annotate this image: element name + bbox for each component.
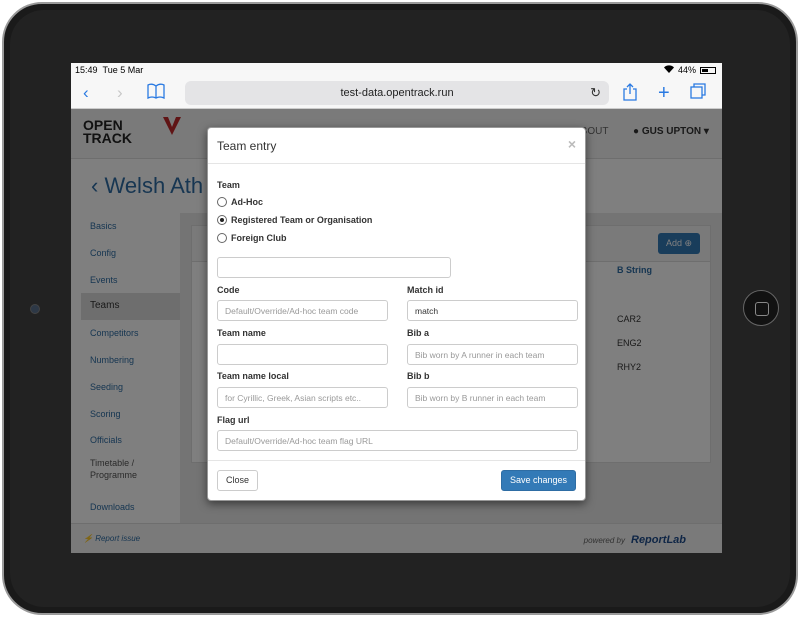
- status-time: 15:49 Tue 5 Mar: [75, 65, 144, 75]
- match-id-field[interactable]: [407, 300, 578, 321]
- team-name-label: Team name: [217, 328, 266, 338]
- status-bar: 15:49 Tue 5 Mar 44%: [71, 63, 722, 77]
- flag-url-field[interactable]: [217, 430, 578, 451]
- team-label: Team: [217, 180, 240, 190]
- close-button[interactable]: Close: [217, 470, 259, 491]
- radio-registered-team[interactable]: Registered Team or Organisation: [217, 215, 372, 225]
- reload-icon[interactable]: ↻: [590, 81, 601, 105]
- camera-icon: [30, 304, 40, 314]
- team-entry-modal: Team entry × Team Ad-Hoc Registered Team…: [207, 127, 586, 501]
- team-select-field[interactable]: [217, 257, 451, 278]
- url-bar[interactable]: test-data.opentrack.run ↻: [185, 81, 609, 105]
- team-name-local-label: Team name local: [217, 371, 289, 381]
- forward-icon[interactable]: ›: [117, 83, 123, 103]
- bib-a-label: Bib a: [407, 328, 430, 338]
- radio-foreign-club[interactable]: Foreign Club: [217, 233, 287, 243]
- radio-button[interactable]: [217, 197, 227, 207]
- save-changes-button[interactable]: Save changes: [500, 470, 576, 491]
- radio-ad-hoc[interactable]: Ad-Hoc: [217, 197, 263, 207]
- bib-b-field[interactable]: [407, 387, 578, 408]
- radio-button-checked[interactable]: [217, 215, 227, 225]
- team-name-field[interactable]: [217, 344, 388, 365]
- modal-title: Team entry: [217, 139, 277, 153]
- match-id-label: Match id: [407, 285, 444, 295]
- flag-url-label: Flag url: [217, 415, 250, 425]
- new-tab-icon[interactable]: +: [658, 83, 670, 103]
- modal-header: Team entry ×: [208, 128, 585, 164]
- team-name-local-field[interactable]: [217, 387, 388, 408]
- home-button[interactable]: [743, 290, 779, 326]
- code-field[interactable]: [217, 300, 388, 321]
- modal-body: Team Ad-Hoc Registered Team or Organisat…: [208, 164, 585, 461]
- bib-a-field[interactable]: [407, 344, 578, 365]
- battery-indicator: 44%: [663, 65, 716, 75]
- screen: 15:49 Tue 5 Mar 44% ‹ › test-data.opentr…: [71, 63, 722, 553]
- modal-footer: Close Save changes: [208, 460, 585, 500]
- tabs-icon[interactable]: [690, 83, 706, 104]
- battery-percent: 44%: [677, 65, 696, 75]
- wifi-icon: [663, 65, 674, 75]
- battery-icon: [700, 66, 716, 74]
- url-text: test-data.opentrack.run: [340, 87, 454, 99]
- code-label: Code: [217, 285, 240, 295]
- back-icon[interactable]: ‹: [83, 83, 89, 103]
- bookmarks-icon[interactable]: [147, 83, 165, 104]
- share-icon[interactable]: [623, 83, 637, 106]
- browser-toolbar: ‹ › test-data.opentrack.run ↻ +: [71, 77, 722, 109]
- bib-b-label: Bib b: [407, 371, 430, 381]
- radio-button[interactable]: [217, 233, 227, 243]
- close-icon[interactable]: ×: [568, 136, 576, 152]
